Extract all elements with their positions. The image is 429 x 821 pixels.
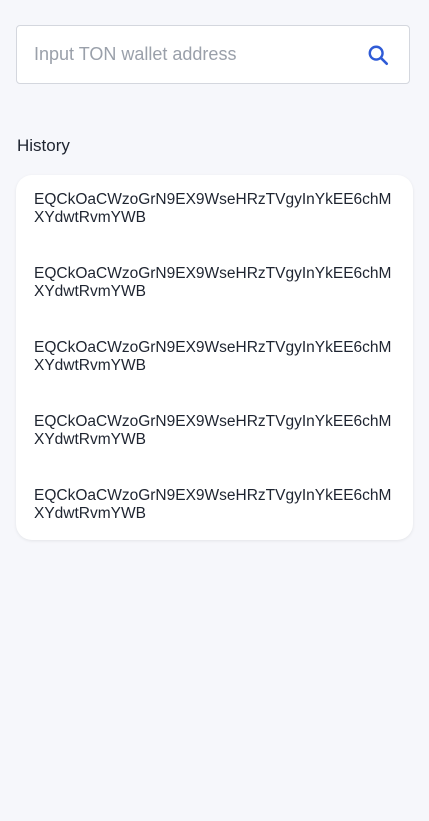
history-title: History (17, 136, 70, 155)
history-item[interactable]: EQCkOaCWzoGrN9EX9WseHRzTVgyInYkEE6chMXYd… (34, 265, 395, 302)
history-item[interactable]: EQCkOaCWzoGrN9EX9WseHRzTVgyInYkEE6chMXYd… (34, 191, 395, 228)
search-bar[interactable] (16, 25, 410, 84)
history-item[interactable]: EQCkOaCWzoGrN9EX9WseHRzTVgyInYkEE6chMXYd… (34, 413, 395, 450)
search-icon[interactable] (365, 42, 391, 68)
history-list: EQCkOaCWzoGrN9EX9WseHRzTVgyInYkEE6chMXYd… (16, 175, 413, 540)
history-item[interactable]: EQCkOaCWzoGrN9EX9WseHRzTVgyInYkEE6chMXYd… (34, 339, 395, 376)
wallet-address-input[interactable] (17, 26, 365, 83)
history-item[interactable]: EQCkOaCWzoGrN9EX9WseHRzTVgyInYkEE6chMXYd… (34, 487, 395, 524)
